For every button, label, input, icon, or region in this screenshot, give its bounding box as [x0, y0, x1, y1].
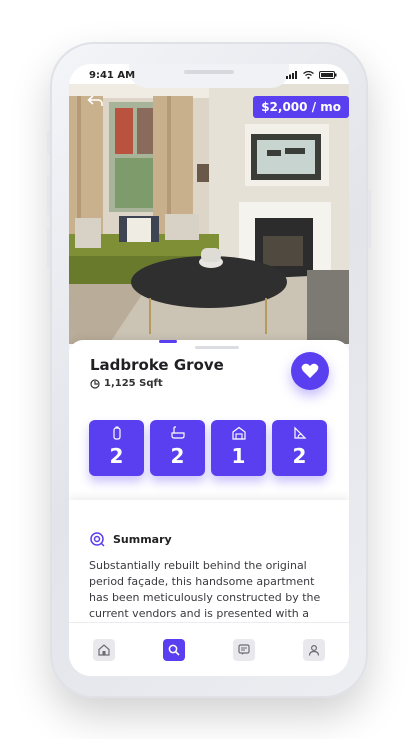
- feature-value: 2: [170, 444, 185, 468]
- phone-side-button: [47, 175, 50, 215]
- summary-icon: [90, 532, 105, 547]
- area-icon: [90, 378, 100, 389]
- back-arrow-icon: [87, 95, 103, 106]
- chat-icon: [238, 644, 250, 655]
- living-room-photo: [69, 84, 349, 344]
- garage-icon: [231, 426, 246, 440]
- feature-bathrooms[interactable]: 2: [150, 420, 205, 476]
- feature-bedrooms[interactable]: 2: [89, 420, 144, 476]
- favorite-button[interactable]: [291, 352, 329, 390]
- plant-icon: [293, 426, 306, 439]
- signal-icon: [286, 71, 297, 79]
- search-icon: [168, 644, 180, 656]
- app-screen: 9:41 AM $2,000 / mo Ladbroke Grove 1,125…: [69, 64, 349, 676]
- phone-side-button: [47, 130, 50, 154]
- bathtub-icon: [170, 426, 185, 439]
- tab-home[interactable]: [93, 639, 115, 661]
- carousel-dot[interactable]: [211, 340, 229, 343]
- listing-details-card: Ladbroke Grove 1,125 Sqft 2 2 1 2: [69, 340, 349, 510]
- carousel-dot[interactable]: [237, 340, 255, 343]
- drag-handle[interactable]: [195, 346, 239, 349]
- status-bar: 9:41 AM: [69, 64, 349, 86]
- wifi-icon: [303, 71, 314, 79]
- feature-value: 2: [292, 444, 307, 468]
- tab-profile[interactable]: [303, 639, 325, 661]
- feature-value: 1: [231, 444, 246, 468]
- bottom-tab-bar: [69, 622, 349, 676]
- battery-icon: [319, 71, 337, 79]
- feature-garage[interactable]: 1: [211, 420, 266, 476]
- feature-value: 2: [109, 444, 124, 468]
- tab-messages[interactable]: [233, 639, 255, 661]
- carousel-dot[interactable]: [185, 340, 203, 343]
- summary-title: Summary: [113, 532, 172, 546]
- area-value: 1,125 Sqft: [104, 378, 163, 389]
- tab-search[interactable]: [163, 639, 185, 661]
- bottle-icon: [112, 426, 121, 440]
- feature-list: 2 2 1 2: [89, 420, 327, 476]
- price-badge: $2,000 / mo: [253, 96, 349, 118]
- status-time: 9:41 AM: [89, 69, 136, 81]
- summary-heading: Summary: [89, 531, 172, 547]
- home-icon: [98, 644, 110, 656]
- back-button[interactable]: [87, 92, 103, 111]
- phone-side-button: [47, 228, 50, 268]
- phone-side-button: [368, 190, 371, 248]
- listing-area: 1,125 Sqft: [90, 378, 163, 389]
- heart-icon: [301, 363, 319, 378]
- carousel-dot[interactable]: [159, 340, 177, 343]
- listing-photo[interactable]: $2,000 / mo: [69, 84, 349, 344]
- carousel-indicator[interactable]: [159, 340, 255, 343]
- feature-garden[interactable]: 2: [272, 420, 327, 476]
- listing-title: Ladbroke Grove: [90, 356, 224, 374]
- profile-icon: [308, 644, 320, 656]
